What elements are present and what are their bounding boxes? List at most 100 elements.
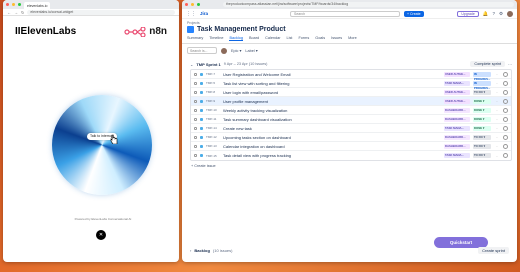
assignee-avatar[interactable] (503, 71, 508, 77)
status-dropdown[interactable]: DONE ▾ (473, 116, 491, 122)
epic-lozenge[interactable]: TASK MANA... (444, 80, 470, 86)
issue-summary[interactable]: User Registration and Welcome Email (223, 72, 441, 77)
reload-icon[interactable]: ↻ (21, 10, 24, 15)
tab-board[interactable]: Board (249, 36, 259, 41)
row-checkbox[interactable] (194, 72, 197, 76)
issue-summary[interactable]: Calendar integration on dashboard (223, 144, 441, 149)
maximize-window-icon[interactable] (18, 3, 21, 6)
tab-calendar[interactable]: Calendar (265, 36, 280, 41)
assignee-avatar-filter[interactable] (221, 47, 227, 54)
complete-sprint-button[interactable]: Complete sprint (470, 61, 505, 67)
close-window-icon[interactable] (185, 3, 188, 6)
assignee-avatar[interactable] (503, 143, 508, 149)
status-dropdown[interactable]: TO DO ▾ (473, 134, 491, 140)
more-actions-icon[interactable]: ··· (508, 62, 512, 67)
tab-goals[interactable]: Goals (315, 36, 325, 41)
table-row[interactable]: TMP-5 Task list view with sorting and fil… (191, 79, 511, 90)
assignee-avatar[interactable] (503, 89, 508, 95)
status-dropdown[interactable]: IN PROGRES... (473, 71, 491, 81)
jira-search-input[interactable]: Search (290, 10, 401, 17)
epic-lozenge[interactable]: USER AUTHE... (444, 98, 470, 104)
issue-key[interactable]: TMP-11 (206, 117, 220, 121)
epic-lozenge[interactable]: DASHBOARD... (444, 116, 470, 122)
collapse-chevron-icon[interactable]: › (190, 248, 191, 253)
create-issue-button[interactable]: + Create issue (182, 161, 517, 171)
issue-key[interactable]: TMP-14 (206, 126, 220, 130)
status-dropdown[interactable]: TO DO ▾ (473, 89, 491, 95)
left-browser-tab[interactable]: elevenlabs.io (24, 2, 51, 9)
help-icon[interactable]: ? (492, 11, 495, 16)
issue-key[interactable]: TMP-10 (206, 108, 220, 112)
close-widget-button[interactable]: ✕ (96, 230, 106, 240)
issue-summary[interactable]: Weekly activity tracking visualization (223, 108, 441, 113)
assignee-avatar[interactable] (503, 125, 508, 131)
row-checkbox[interactable] (194, 90, 197, 94)
table-row[interactable]: TMP-7 User Registration and Welcome Email… (191, 70, 511, 81)
collapse-chevron-icon[interactable]: ⌄ (190, 62, 193, 67)
epic-lozenge[interactable]: DASHBOARD... (444, 107, 470, 113)
status-dropdown[interactable]: DONE ▾ (473, 107, 491, 113)
issue-summary[interactable]: Task detail view with progress tracking (223, 153, 441, 158)
assignee-avatar[interactable] (503, 153, 508, 158)
user-avatar[interactable] (507, 10, 513, 17)
issue-key[interactable]: TMP-13 (206, 144, 220, 148)
status-dropdown[interactable]: TO DO ▾ (473, 143, 491, 149)
tab-list[interactable]: List (287, 36, 293, 41)
row-checkbox[interactable] (194, 117, 197, 121)
create-button[interactable]: + Create (404, 10, 424, 17)
left-url-field[interactable]: elevenlabs.io/convai-widget (27, 9, 175, 15)
row-checkbox[interactable] (194, 126, 197, 130)
epic-lozenge[interactable]: TASK MANA... (444, 125, 470, 131)
tab-backlog[interactable]: Backlog (229, 36, 243, 41)
back-arrow-icon[interactable]: ← (7, 10, 11, 15)
minimize-window-icon[interactable] (12, 3, 15, 6)
label-filter[interactable]: Label ▾ (245, 48, 257, 53)
table-row[interactable]: TMP-10 Weekly activity tracking visualiza… (191, 106, 511, 115)
issue-key[interactable]: TMP-12 (206, 135, 220, 139)
tab-forms[interactable]: Forms (298, 36, 309, 41)
bell-icon[interactable]: 🔔 (483, 11, 489, 17)
assignee-avatar[interactable] (503, 107, 508, 113)
issue-summary[interactable]: Upcoming tasks section on dashboard (223, 135, 441, 140)
app-switcher-icon[interactable]: ⋮⋮ (186, 11, 196, 17)
table-row[interactable]: TMP-11 Task summary dashboard visualizati… (191, 115, 511, 124)
epic-filter[interactable]: Epic ▾ (231, 48, 241, 53)
close-window-icon[interactable] (6, 3, 9, 6)
table-row[interactable]: TMP-8 User login with email/password USER … (191, 88, 511, 97)
minimize-window-icon[interactable] (191, 3, 194, 6)
epic-lozenge[interactable]: USER AUTHE... (444, 71, 470, 77)
upgrade-button[interactable]: Upgrade (457, 10, 479, 17)
voice-agent-orb[interactable] (52, 95, 152, 195)
backlog-search-input[interactable]: Search is... (187, 47, 217, 54)
tab-issues[interactable]: Issues (331, 36, 342, 41)
gear-icon[interactable]: ⚙ (499, 11, 503, 17)
epic-lozenge[interactable]: DASHBOARD... (444, 134, 470, 140)
issue-summary[interactable]: Create new task (223, 126, 441, 131)
maximize-window-icon[interactable] (197, 3, 200, 6)
status-dropdown[interactable]: DONE ▾ (473, 125, 491, 131)
assignee-avatar[interactable] (503, 80, 508, 86)
issue-key[interactable]: TMP-5 (206, 81, 220, 85)
epic-lozenge[interactable]: USER AUTHE... (444, 89, 470, 95)
row-checkbox[interactable] (194, 99, 197, 103)
table-row[interactable]: TMP-9 User profile management USER AUTHE..… (191, 97, 511, 106)
row-checkbox[interactable] (194, 144, 197, 148)
status-dropdown[interactable]: TO DO ▾ (473, 153, 491, 158)
epic-lozenge[interactable]: DASHBOARD... (444, 143, 470, 149)
row-checkbox[interactable] (194, 108, 197, 112)
assignee-avatar[interactable] (503, 116, 508, 122)
issue-summary[interactable]: User login with email/password (223, 90, 441, 95)
tab-summary[interactable]: Summary (187, 36, 203, 41)
assignee-avatar[interactable] (503, 134, 508, 140)
status-dropdown[interactable]: IN PROGRES... (473, 80, 491, 90)
tab-more[interactable]: More (348, 36, 357, 41)
table-row[interactable]: TMP-13 Calendar integration on dashboard D… (191, 142, 511, 151)
issue-summary[interactable]: Task list view with sorting and filterin… (223, 81, 441, 86)
table-row[interactable]: TMP-14 Create new task TASK MANA... DONE ▾ - (191, 124, 511, 133)
epic-lozenge[interactable]: TASK MANA... (444, 153, 470, 158)
forward-arrow-icon[interactable]: → (14, 10, 18, 15)
issue-key[interactable]: TMP-8 (206, 90, 220, 94)
table-row[interactable]: TMP-12 Upcoming tasks section on dashboar… (191, 133, 511, 142)
jira-logo[interactable]: Jira (200, 11, 208, 16)
issue-key[interactable]: TMP-15 (206, 154, 220, 158)
